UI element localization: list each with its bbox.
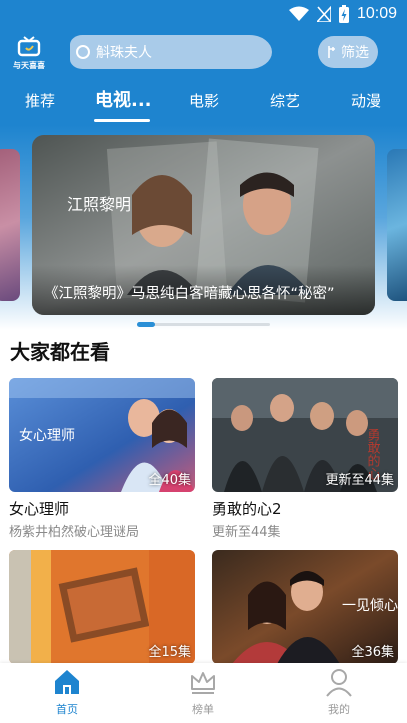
status-bar: 10:09 bbox=[0, 0, 407, 28]
filter-label: 筛选 bbox=[341, 45, 369, 61]
show-poster: 勇敢的心 更新至44集 bbox=[212, 378, 398, 492]
episode-badge: 全40集 bbox=[148, 473, 191, 488]
status-icons: 10:09 bbox=[288, 4, 397, 24]
bottom-navigation: 首页 榜单 我的 bbox=[0, 663, 407, 723]
show-card[interactable]: 一见倾心 全36集 bbox=[212, 550, 398, 664]
crown-icon bbox=[191, 672, 215, 694]
filter-icon bbox=[328, 46, 335, 58]
nav-profile-label: 我的 bbox=[328, 703, 350, 716]
carousel-indicator-track bbox=[137, 323, 270, 326]
tab-tv[interactable]: 电视... bbox=[95, 86, 152, 112]
show-card[interactable]: 女心理师 全40集 女心理师 杨紫井柏然破心理谜局 bbox=[9, 378, 195, 540]
app-root: 10:09 与天喜喜 斛珠夫人 筛选 推荐 电视... 电影 综艺 动漫 江照黎… bbox=[0, 0, 407, 723]
show-poster: 全15集 bbox=[9, 550, 195, 664]
logo-text: 与天喜喜 bbox=[13, 61, 45, 70]
show-subtitle: 杨紫井柏然破心理谜局 bbox=[9, 525, 140, 540]
episode-badge: 全15集 bbox=[148, 645, 191, 660]
banner-poster-text: 江照黎明 bbox=[67, 195, 131, 214]
section-title: 大家都在看 bbox=[10, 340, 110, 364]
wifi-icon bbox=[288, 6, 309, 21]
tv-logo-icon bbox=[17, 36, 41, 57]
search-placeholder: 斛珠夫人 bbox=[96, 45, 152, 61]
filter-button[interactable]: 筛选 bbox=[318, 36, 378, 68]
show-card[interactable]: 勇敢的心 更新至44集 勇敢的心2 更新至44集 bbox=[212, 378, 398, 540]
card-poster-text: 女心理师 bbox=[19, 427, 75, 444]
home-icon bbox=[55, 670, 79, 694]
battery-icon bbox=[338, 5, 349, 23]
banner-next-slide[interactable] bbox=[387, 149, 407, 301]
tab-movie[interactable]: 电影 bbox=[189, 90, 219, 111]
carousel-indicator-active bbox=[137, 322, 155, 327]
category-tabs: 推荐 电视... 电影 综艺 动漫 bbox=[0, 82, 407, 126]
show-card[interactable]: 全15集 bbox=[9, 550, 195, 664]
nav-home-label: 首页 bbox=[56, 703, 78, 716]
show-subtitle: 更新至44集 bbox=[212, 525, 281, 540]
profile-icon bbox=[326, 669, 352, 697]
nav-profile[interactable]: 我的 bbox=[304, 667, 374, 717]
app-logo[interactable]: 与天喜喜 bbox=[10, 36, 48, 70]
tab-variety[interactable]: 综艺 bbox=[270, 90, 300, 111]
card-poster-text: 一见倾心 bbox=[342, 598, 398, 614]
banner-prev-slide[interactable] bbox=[0, 149, 20, 301]
banner-caption-overlay: 《江照黎明》马思纯白客暗藏心思各怀“秘密” bbox=[32, 265, 375, 315]
banner-slide[interactable]: 江照黎明 《江照黎明》马思纯白客暗藏心思各怀“秘密” bbox=[32, 135, 375, 315]
active-tab-indicator bbox=[94, 119, 150, 122]
episode-badge: 更新至44集 bbox=[325, 473, 394, 488]
banner-caption: 《江照黎明》马思纯白客暗藏心思各怀“秘密” bbox=[44, 286, 335, 302]
tab-anime[interactable]: 动漫 bbox=[351, 90, 381, 111]
show-title: 女心理师 bbox=[9, 500, 70, 518]
nav-ranking[interactable]: 榜单 bbox=[168, 667, 238, 717]
show-poster: 女心理师 全40集 bbox=[9, 378, 195, 492]
no-signal-icon bbox=[316, 6, 331, 22]
nav-home[interactable]: 首页 bbox=[32, 667, 102, 717]
search-bar[interactable]: 斛珠夫人 bbox=[70, 35, 272, 69]
search-icon bbox=[76, 45, 90, 59]
tab-recommend[interactable]: 推荐 bbox=[25, 90, 55, 111]
nav-ranking-label: 榜单 bbox=[192, 703, 214, 716]
episode-badge: 全36集 bbox=[351, 645, 394, 660]
status-time: 10:09 bbox=[356, 5, 397, 22]
show-poster: 一见倾心 全36集 bbox=[212, 550, 398, 664]
show-title: 勇敢的心2 bbox=[212, 500, 282, 518]
